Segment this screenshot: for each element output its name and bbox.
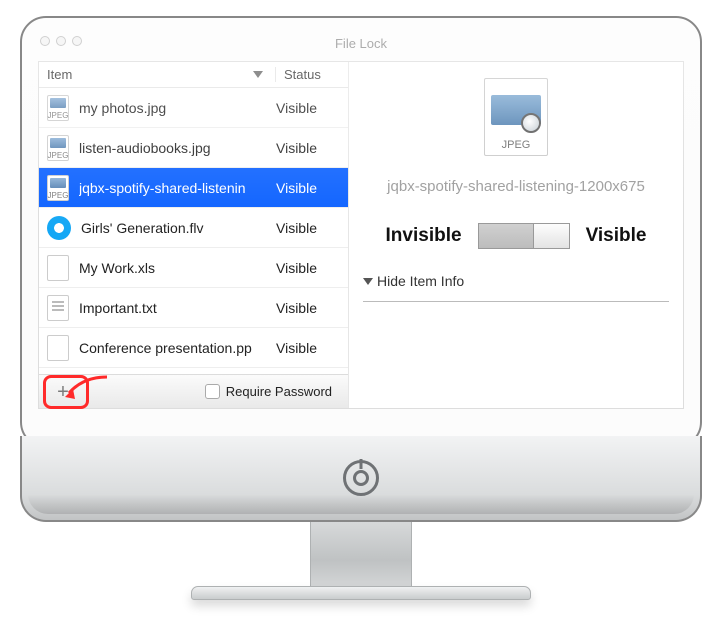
item-name: My Work.xls	[79, 260, 276, 276]
column-header-status[interactable]: Status	[276, 67, 348, 82]
detail-filename: jqbx-spotify-shared-listening-1200x675	[363, 178, 669, 195]
require-password-label: Require Password	[226, 384, 332, 399]
item-name: Important.txt	[79, 300, 276, 316]
item-status: Visible	[276, 300, 348, 316]
item-list-pane: Item Status JPEG my photos.jpg Visible	[39, 62, 349, 408]
file-jpeg-icon: JPEG	[47, 135, 69, 161]
toggle-knob	[533, 224, 569, 248]
file-generic-icon	[47, 335, 69, 361]
disclosure-triangle-icon	[363, 278, 373, 285]
hide-item-info-button[interactable]: Hide Item Info	[363, 273, 464, 289]
list-item[interactable]: JPEG jqbx-spotify-shared-listenin Visibl…	[39, 168, 348, 208]
list-item[interactable]: Girls' Generation.flv Visible	[39, 208, 348, 248]
list-item[interactable]: JPEG my photos.jpg Visible	[39, 88, 348, 128]
content-area: Item Status JPEG my photos.jpg Visible	[38, 61, 684, 409]
item-status: Visible	[276, 340, 348, 356]
item-status: Visible	[276, 140, 348, 156]
checkbox-icon	[205, 384, 220, 399]
file-jpeg-icon: JPEG	[47, 95, 69, 121]
visibility-toggle[interactable]	[478, 223, 570, 249]
item-name: Conference presentation.pp	[79, 340, 276, 356]
item-name: my photos.jpg	[79, 100, 276, 116]
column-header-item[interactable]: Item	[39, 67, 276, 82]
zoom-window-icon[interactable]	[72, 36, 82, 46]
column-header-item-label: Item	[47, 67, 72, 82]
item-status: Visible	[276, 260, 348, 276]
add-item-button[interactable]: +	[49, 379, 77, 405]
column-headers: Item Status	[39, 62, 348, 88]
file-jpeg-icon: JPEG	[47, 175, 69, 201]
file-type-label: JPEG	[485, 139, 547, 151]
file-generic-icon	[47, 255, 69, 281]
column-header-status-label: Status	[284, 67, 321, 82]
file-video-icon	[47, 216, 71, 240]
visible-label: Visible	[586, 225, 647, 247]
require-password-checkbox[interactable]: Require Password	[205, 384, 332, 399]
item-status: Visible	[276, 100, 348, 116]
item-status: Visible	[276, 220, 348, 236]
list-item[interactable]: Important.txt Visible	[39, 288, 348, 328]
minimize-window-icon[interactable]	[56, 36, 66, 46]
list-item[interactable]: JPEG listen-audiobooks.jpg Visible	[39, 128, 348, 168]
item-name: jqbx-spotify-shared-listenin	[79, 180, 276, 196]
item-name: listen-audiobooks.jpg	[79, 140, 276, 156]
brand-logo-icon	[343, 460, 379, 496]
item-name: Girls' Generation.flv	[81, 220, 276, 236]
detail-pane: JPEG jqbx-spotify-shared-listening-1200x…	[349, 62, 683, 408]
item-status: Visible	[276, 180, 348, 196]
imac-stand-base	[191, 586, 531, 600]
invisible-label: Invisible	[386, 225, 462, 247]
visibility-toggle-row: Invisible Visible	[386, 223, 647, 249]
imac-chin	[20, 436, 702, 522]
close-window-icon[interactable]	[40, 36, 50, 46]
list-item[interactable]: Conference presentation.pp Visible	[39, 328, 348, 368]
file-text-icon	[47, 295, 69, 321]
window-title: File Lock	[38, 36, 684, 51]
hide-item-info-label: Hide Item Info	[377, 273, 464, 289]
file-preview-icon: JPEG	[484, 78, 548, 156]
app-window: File Lock Item Status JPEG my p	[20, 16, 702, 448]
list-item[interactable]: My Work.xls Visible	[39, 248, 348, 288]
footer-bar: + Require Password	[39, 374, 348, 408]
imac-stand-neck	[310, 522, 412, 586]
item-list: JPEG my photos.jpg Visible JPEG listen-a…	[39, 88, 348, 374]
sort-indicator-icon	[253, 71, 263, 78]
divider	[363, 301, 669, 302]
